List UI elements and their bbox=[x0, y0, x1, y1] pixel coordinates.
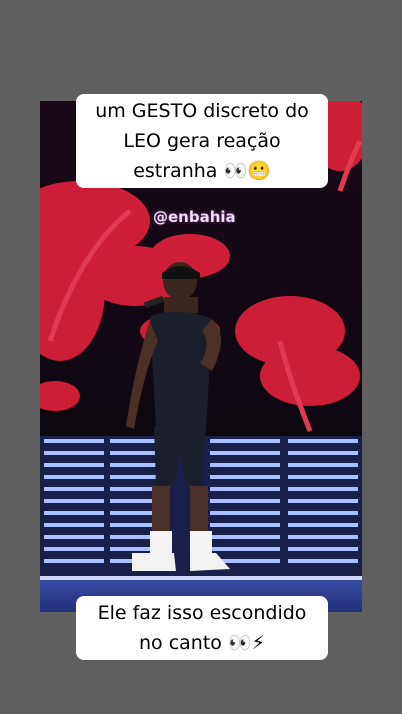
bottom-caption-line-2: no canto 👀⚡ bbox=[139, 632, 265, 654]
top-caption-line-2: LEO gera reação bbox=[123, 130, 281, 152]
bottom-caption-line-1: Ele faz isso escondido bbox=[97, 602, 307, 624]
bottom-caption: Ele faz isso escondido no canto 👀⚡ bbox=[76, 596, 328, 660]
top-caption-line-3: estranha 👀😬 bbox=[133, 160, 271, 182]
top-caption-line-1: um GESTO discreto do bbox=[95, 100, 309, 122]
top-caption: um GESTO discreto do LEO gera reação est… bbox=[76, 94, 328, 188]
watermark-handle: @enbahia bbox=[153, 208, 236, 226]
